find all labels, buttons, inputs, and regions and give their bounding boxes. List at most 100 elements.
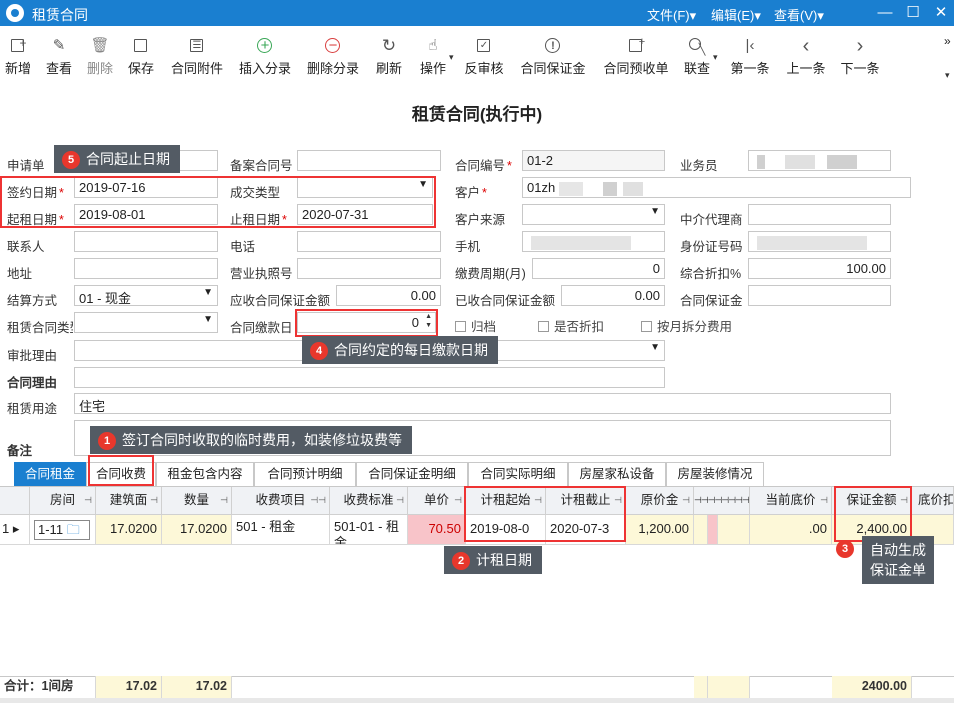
contract-no-field[interactable]: 01-2 bbox=[522, 150, 665, 171]
callout-5: 5 合同起止日期 bbox=[54, 145, 180, 173]
menu-view[interactable]: 查看(V)▾ bbox=[774, 5, 824, 24]
archive-checkbox[interactable]: 归档 bbox=[455, 316, 496, 335]
cell-area[interactable]: 17.0200 bbox=[96, 515, 162, 545]
customer-source-select[interactable]: ▼ bbox=[522, 204, 665, 225]
grid-header-std[interactable]: 收费标准 ⊣ bbox=[330, 487, 408, 515]
cell-item[interactable]: 501 - 租金 bbox=[232, 515, 330, 545]
grid-header-qty[interactable]: 数量 ⊣ bbox=[162, 487, 232, 515]
mobile-field[interactable] bbox=[522, 231, 665, 252]
pin-icon[interactable]: ⊣ bbox=[682, 487, 690, 514]
contract-no-label: 合同编号 * bbox=[455, 159, 512, 173]
mobile-label: 手机 bbox=[455, 240, 481, 254]
pin-icon[interactable]: ⊣ bbox=[820, 487, 828, 514]
contract-deposit-field[interactable] bbox=[748, 285, 891, 306]
grid-header-area[interactable]: 建筑面 ⊣ bbox=[96, 487, 162, 515]
menu-edit[interactable]: 编辑(E)▾ bbox=[711, 5, 761, 24]
horizontal-scrollbar[interactable] bbox=[0, 698, 954, 703]
phone-field[interactable] bbox=[297, 231, 441, 252]
tab-contract-rent[interactable]: 合同租金 bbox=[14, 462, 86, 486]
cell-floor-price[interactable]: .00 bbox=[750, 515, 832, 545]
cell-std[interactable]: 501-01 - 租金 bbox=[330, 515, 408, 545]
action-dropdown-icon[interactable]: ▾ bbox=[449, 52, 454, 63]
license-field[interactable] bbox=[297, 258, 441, 279]
pin-icon[interactable]: ⊣ bbox=[220, 487, 228, 514]
address-field[interactable] bbox=[74, 258, 218, 279]
footer-area: 17.02 bbox=[96, 676, 162, 698]
deposit-highlight bbox=[834, 486, 912, 542]
pin-icon[interactable]: ⊣ bbox=[84, 487, 92, 514]
save-button[interactable]: 保存 bbox=[125, 36, 157, 78]
delete-button[interactable]: 🗑 删除 bbox=[84, 36, 116, 78]
contract-attachment-button[interactable]: ☰ 合同附件 bbox=[168, 36, 226, 78]
toolbar-overflow-icon[interactable]: » bbox=[944, 34, 951, 48]
deposit-due-field[interactable]: 0.00 bbox=[336, 285, 441, 306]
tab-furniture[interactable]: 房屋家私设备 bbox=[568, 462, 666, 486]
tab-decoration[interactable]: 房屋装修情况 bbox=[666, 462, 764, 486]
menu-file[interactable]: 文件(F)▾ bbox=[647, 5, 696, 24]
tab-estimated-details[interactable]: 合同预计明细 bbox=[254, 462, 356, 486]
discount-checkbox[interactable]: 是否折扣 bbox=[538, 316, 604, 335]
agent-field[interactable] bbox=[748, 204, 891, 225]
query-button[interactable]: ╲ 联查 bbox=[681, 36, 713, 78]
id-card-field[interactable] bbox=[748, 231, 891, 252]
maximize-icon[interactable]: ☐ bbox=[903, 3, 923, 23]
document-title: 租赁合同(执行中) bbox=[411, 105, 543, 124]
pin-icon[interactable]: ⊣⊣ bbox=[310, 487, 326, 514]
view-button[interactable]: ✎ 查看 bbox=[43, 36, 75, 78]
discount-field[interactable]: 100.00 bbox=[748, 258, 891, 279]
split-by-month-checkbox[interactable]: 按月拆分费用 bbox=[641, 316, 732, 335]
cell-orig-price[interactable]: 1,200.00 bbox=[626, 515, 694, 545]
lease-type-select[interactable]: ▼ bbox=[74, 312, 218, 333]
minimize-icon[interactable]: — bbox=[875, 3, 895, 23]
deposit-received-label: 已收合同保证金额 bbox=[455, 294, 556, 308]
customer-field[interactable]: 01zh bbox=[522, 177, 911, 198]
cell-collapsed-3[interactable] bbox=[718, 515, 750, 545]
cell-collapsed-1[interactable] bbox=[694, 515, 708, 545]
contract-reason-field[interactable] bbox=[74, 367, 665, 388]
contract-deposit-button[interactable]: ! 合同保证金 bbox=[518, 36, 588, 78]
contract-receipt-button[interactable]: + 合同预收单 bbox=[601, 36, 671, 78]
grid-header-floor-price[interactable]: 当前底价 ⊣ bbox=[750, 487, 832, 515]
tab-deposit-details[interactable]: 合同保证金明细 bbox=[356, 462, 468, 486]
grid-header-collapsed[interactable]: ⊣⊣⊣⊣⊣⊣⊣⊣ bbox=[694, 487, 750, 515]
insert-row-button[interactable]: + 插入分录 bbox=[236, 36, 294, 78]
salesman-field[interactable] bbox=[748, 150, 891, 171]
cell-collapsed-2[interactable] bbox=[708, 515, 718, 545]
tab-rent-includes[interactable]: 租金包含内容 bbox=[156, 462, 254, 486]
delete-row-button[interactable]: − 删除分录 bbox=[304, 36, 362, 78]
new-button[interactable]: + 新增 bbox=[2, 36, 34, 78]
cell-qty[interactable]: 17.0200 bbox=[162, 515, 232, 545]
row-indicator[interactable]: 1 ▸ bbox=[0, 515, 30, 545]
grid-header-price[interactable]: 单价 ⊣ bbox=[408, 487, 466, 515]
tab-actual-details[interactable]: 合同实际明细 bbox=[468, 462, 568, 486]
cell-room[interactable]: 1-11 🗀 bbox=[30, 515, 96, 545]
unaudit-icon: ✓ bbox=[474, 36, 494, 56]
grid-header-orig-price[interactable]: 原价金 ⊣ bbox=[626, 487, 694, 515]
contact-field[interactable] bbox=[74, 231, 218, 252]
unaudit-button[interactable]: ✓ 反审核 bbox=[462, 36, 506, 78]
pin-icon[interactable]: ⊣ bbox=[396, 487, 404, 514]
lease-use-field[interactable]: 住宅 bbox=[74, 393, 891, 414]
cell-price[interactable]: 70.50 bbox=[408, 515, 466, 545]
grid-header-corner bbox=[0, 487, 30, 515]
next-record-button[interactable]: › 下一条 bbox=[838, 36, 882, 78]
action-button[interactable]: ☝ 操作 bbox=[413, 36, 453, 78]
grid-header-item[interactable]: 收费项目 ⊣⊣ bbox=[232, 487, 330, 515]
pin-icon[interactable]: ⊣ bbox=[454, 487, 462, 514]
discount-label: 综合折扣% bbox=[680, 267, 742, 281]
deposit-received-field[interactable]: 0.00 bbox=[561, 285, 665, 306]
approval-reason-label: 审批理由 bbox=[7, 349, 58, 363]
pin-icon[interactable]: ⊣ bbox=[150, 487, 158, 514]
close-icon[interactable]: ✕ bbox=[931, 3, 951, 23]
query-dropdown-icon[interactable]: ▾ bbox=[713, 52, 718, 63]
record-no-field[interactable] bbox=[297, 150, 441, 171]
settle-method-select[interactable]: 01 - 现金 ▼ bbox=[74, 285, 218, 306]
refresh-button[interactable]: ↻ 刷新 bbox=[373, 36, 405, 78]
pay-period-field[interactable]: 0 bbox=[532, 258, 665, 279]
toolbar-more-icon[interactable]: ▾ bbox=[945, 70, 950, 81]
folder-icon[interactable]: 🗀 bbox=[67, 522, 80, 537]
prev-record-button[interactable]: ‹ 上一条 bbox=[784, 36, 828, 78]
grid-header-room[interactable]: 房间 ⊣ bbox=[30, 487, 96, 515]
first-record-button[interactable]: |‹ 第一条 bbox=[728, 36, 772, 78]
grid-header-floor-adj[interactable]: 底价扣 bbox=[912, 487, 954, 515]
